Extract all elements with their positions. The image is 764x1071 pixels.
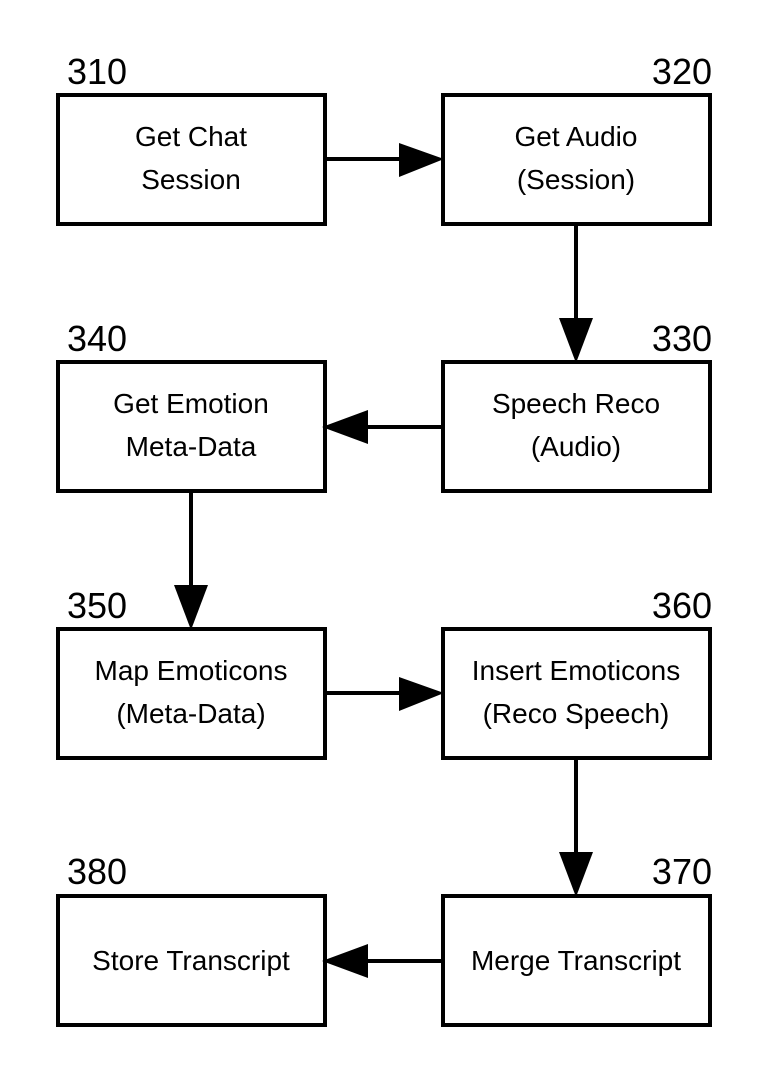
step-340-label-line1: Get Emotion bbox=[113, 388, 269, 419]
step-340-label-line2: Meta-Data bbox=[126, 431, 257, 462]
step-320-label-line1: Get Audio bbox=[515, 121, 638, 152]
step-380: 380 Store Transcript bbox=[56, 851, 327, 1027]
step-310: 310 Get Chat Session bbox=[56, 51, 327, 226]
arrowhead-right-icon bbox=[399, 677, 444, 711]
step-320-box bbox=[441, 93, 712, 226]
arrowhead-down-icon bbox=[174, 585, 208, 630]
step-370-ref: 370 bbox=[652, 851, 712, 892]
step-320: 320 Get Audio (Session) bbox=[441, 51, 712, 226]
step-350-box bbox=[56, 627, 327, 760]
step-360-label-line1: Insert Emoticons bbox=[472, 655, 681, 686]
step-350-label-line2: (Meta-Data) bbox=[116, 698, 265, 729]
arrowhead-down-icon bbox=[559, 318, 593, 363]
arrow-310-to-320 bbox=[325, 143, 444, 177]
arrowhead-left-icon bbox=[322, 944, 368, 978]
step-310-label-line1: Get Chat bbox=[135, 121, 247, 152]
step-320-ref: 320 bbox=[652, 51, 712, 92]
step-350-label-line1: Map Emoticons bbox=[95, 655, 288, 686]
arrowhead-down-icon bbox=[559, 852, 593, 897]
step-340-box bbox=[56, 360, 327, 493]
arrowhead-left-icon bbox=[322, 410, 368, 444]
arrow-360-to-370 bbox=[559, 758, 593, 897]
step-330-ref: 330 bbox=[652, 318, 712, 359]
arrow-340-to-350 bbox=[174, 491, 208, 630]
step-310-label-line2: Session bbox=[141, 164, 241, 195]
step-380-label: Store Transcript bbox=[92, 945, 290, 976]
arrowhead-right-icon bbox=[399, 143, 444, 177]
flowchart: 310 Get Chat Session 320 Get Audio (Sess… bbox=[56, 51, 712, 1027]
step-340: 340 Get Emotion Meta-Data bbox=[56, 318, 327, 493]
step-320-label-line2: (Session) bbox=[517, 164, 635, 195]
step-370-label: Merge Transcript bbox=[471, 945, 681, 976]
step-310-box bbox=[56, 93, 327, 226]
arrow-350-to-360 bbox=[325, 677, 444, 711]
step-310-ref: 310 bbox=[67, 51, 127, 92]
arrow-320-to-330 bbox=[559, 224, 593, 363]
step-380-ref: 380 bbox=[67, 851, 127, 892]
step-360: 360 Insert Emoticons (Reco Speech) bbox=[441, 585, 712, 760]
step-330-box bbox=[441, 360, 712, 493]
step-360-box bbox=[441, 627, 712, 760]
step-330-label-line1: Speech Reco bbox=[492, 388, 660, 419]
arrow-330-to-340 bbox=[322, 410, 443, 444]
step-330-label-line2: (Audio) bbox=[531, 431, 621, 462]
step-360-ref: 360 bbox=[652, 585, 712, 626]
step-360-label-line2: (Reco Speech) bbox=[483, 698, 670, 729]
arrow-370-to-380 bbox=[322, 944, 443, 978]
step-340-ref: 340 bbox=[67, 318, 127, 359]
step-350-ref: 350 bbox=[67, 585, 127, 626]
